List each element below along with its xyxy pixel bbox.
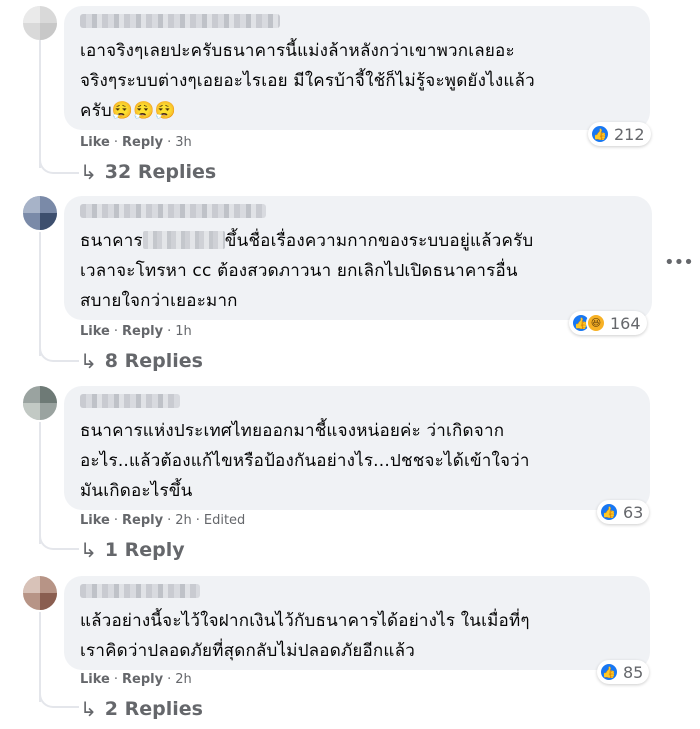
like-button[interactable]: Like — [80, 135, 110, 150]
replies-count: 2 Replies — [104, 698, 203, 720]
comment-actions: Like · Reply · 2h — [80, 672, 192, 687]
replies-count: 8 Replies — [104, 350, 203, 372]
edited-label: Edited — [203, 513, 246, 528]
timestamp[interactable]: 3h — [175, 135, 192, 150]
reaction-summary[interactable]: 👍 😆 164 — [569, 311, 647, 335]
thread-curve — [39, 340, 79, 362]
reaction-summary[interactable]: 👍 63 — [597, 500, 650, 524]
author-name-blurred[interactable] — [80, 14, 280, 28]
thread-curve — [39, 686, 79, 708]
reaction-count: 63 — [623, 502, 644, 522]
thread-curve — [39, 528, 79, 550]
replies-count: 32 Replies — [104, 161, 217, 183]
view-replies-link[interactable]: ↳ 32 Replies — [80, 160, 216, 184]
like-icon: 👍 — [599, 502, 619, 522]
comment-actions: Like · Reply · 2h · Edited — [80, 513, 246, 528]
thread-line — [39, 232, 41, 356]
like-button[interactable]: Like — [80, 513, 110, 528]
like-button[interactable]: Like — [80, 324, 110, 339]
comment-actions: Like · Reply · 3h — [80, 135, 192, 150]
thread-line — [39, 40, 41, 168]
like-button[interactable]: Like — [80, 672, 110, 687]
view-replies-link[interactable]: ↳ 8 Replies — [80, 349, 203, 373]
timestamp[interactable]: 2h — [175, 672, 192, 687]
blurred-bank-name — [142, 231, 225, 249]
comment-bubble: ธนาคารแห่งประเทศไทยออกมาชี้แจงหน่อยค่ะ ว… — [64, 386, 650, 510]
reaction-summary[interactable]: 👍 212 — [588, 122, 651, 146]
thread-curve — [39, 152, 79, 174]
reaction-count: 212 — [614, 124, 645, 144]
more-options-icon[interactable]: ••• — [664, 252, 694, 273]
reaction-count: 164 — [610, 313, 641, 333]
reply-arrow-icon: ↳ — [80, 538, 97, 562]
view-replies-link[interactable]: ↳ 1 Reply — [80, 538, 185, 562]
comment-actions: Like · Reply · 1h — [80, 324, 192, 339]
comment-text: เอาจริงๆเลยปะครับธนาคารนี้แม่งล้าหลังกว่… — [80, 41, 535, 121]
like-icon: 👍 — [599, 662, 619, 682]
author-name-blurred[interactable] — [80, 394, 180, 408]
avatar[interactable] — [23, 6, 57, 40]
avatar[interactable] — [23, 576, 57, 610]
like-icon: 👍 — [590, 124, 610, 144]
reply-arrow-icon: ↳ — [80, 349, 97, 373]
avatar[interactable] — [23, 386, 57, 420]
reaction-summary[interactable]: 👍 85 — [597, 660, 650, 684]
reaction-count: 85 — [623, 662, 644, 682]
author-name-blurred[interactable] — [80, 584, 200, 598]
comment-bubble: ธนาคาร ขึ้นชื่อเรื่องความกากของระบบอยู่แล… — [64, 196, 652, 320]
reply-arrow-icon: ↳ — [80, 697, 97, 721]
emoji-text: 😮‍💨😮‍💨😮‍💨 — [111, 101, 177, 121]
timestamp[interactable]: 1h — [175, 324, 192, 339]
author-name-blurred[interactable] — [80, 204, 266, 218]
comment-bubble: แล้วอย่างนี้จะไว้ใจฝากเงินไว้กับธนาคารได… — [64, 576, 650, 670]
thread-line — [39, 422, 41, 544]
reply-button[interactable]: Reply — [122, 135, 163, 150]
haha-icon: 😆 — [586, 313, 606, 333]
timestamp[interactable]: 2h — [175, 513, 192, 528]
reply-button[interactable]: Reply — [122, 324, 163, 339]
reply-arrow-icon: ↳ — [80, 160, 97, 184]
view-replies-link[interactable]: ↳ 2 Replies — [80, 697, 203, 721]
avatar[interactable] — [23, 196, 57, 230]
reply-button[interactable]: Reply — [122, 513, 163, 528]
replies-count: 1 Reply — [104, 539, 185, 561]
reply-button[interactable]: Reply — [122, 672, 163, 687]
comment-bubble: เอาจริงๆเลยปะครับธนาคารนี้แม่งล้าหลังกว่… — [64, 6, 650, 130]
comment-text: แล้วอย่างนี้จะไว้ใจฝากเงินไว้กับธนาคารได… — [80, 611, 530, 661]
comment-text: ธนาคาร ขึ้นชื่อเรื่องความกากของระบบอยู่แล… — [80, 231, 534, 311]
comment-text: ธนาคารแห่งประเทศไทยออกมาชี้แจงหน่อยค่ะ ว… — [80, 421, 530, 501]
